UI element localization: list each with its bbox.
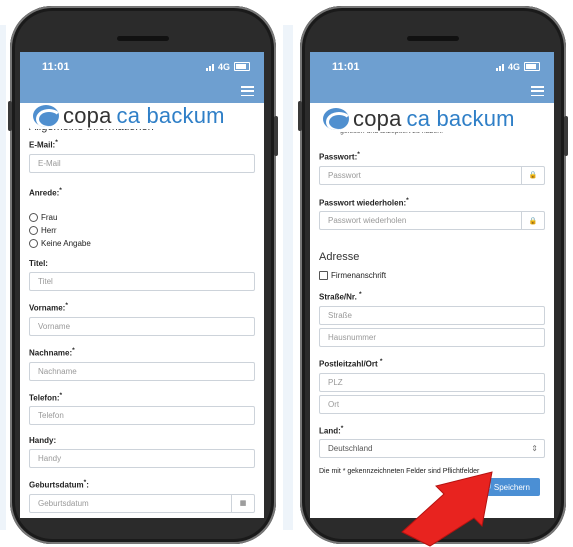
status-icons: 4G [495, 61, 540, 72]
email-field[interactable]: E-Mail [29, 153, 255, 173]
logo-word-copa: copa [63, 103, 112, 128]
radio-herr[interactable]: Herr [29, 226, 255, 236]
radio-keine-angabe[interactable]: Keine Angabe [29, 239, 255, 249]
signal-icon [205, 63, 214, 71]
geburtsdatum-field[interactable]: Geburtsdatum ▦ [29, 493, 255, 513]
signal-icon [495, 63, 504, 71]
strasse-label: Straße/Nr. * [319, 291, 362, 302]
hamburger-menu-icon[interactable] [241, 86, 254, 96]
right-phone-frame: 11:01 4G copa ca backum gelesen und akze… [298, 6, 568, 544]
land-select[interactable]: Deutschland ⇕ [319, 439, 545, 459]
plz-ort-label: Postleitzahl/Ort * [319, 357, 383, 369]
right-screen: 11:01 4G copa ca backum gelesen und akze… [310, 52, 554, 518]
ort-field[interactable]: Ort [319, 394, 545, 414]
titel-label: Titel: [29, 259, 48, 269]
brand-logo[interactable]: copa ca backum [320, 106, 526, 132]
volume-button [8, 101, 12, 131]
hausnummer-field[interactable]: Hausnummer [319, 327, 545, 347]
lock-icon: 🔒 [521, 212, 544, 230]
hamburger-menu-icon[interactable] [531, 86, 544, 96]
nachname-field[interactable]: Nachname [29, 361, 255, 381]
battery-icon [524, 62, 540, 71]
titel-field[interactable]: Titel [29, 272, 255, 292]
speaker-grille [407, 36, 459, 41]
status-icons: 4G [205, 61, 250, 72]
left-screen: 11:01 4G copa ca backum Allgemeine Infor… [20, 52, 264, 518]
plz-field[interactable]: PLZ [319, 372, 545, 392]
volume-button [298, 101, 302, 131]
lock-icon: 🔒 [521, 166, 544, 184]
red-arrow-icon [401, 471, 493, 547]
adresse-title: Adresse [319, 251, 360, 264]
left-phone-frame: 11:01 4G copa ca backum Allgemeine Infor… [8, 6, 278, 544]
wave-logo-icon [323, 108, 349, 130]
nachname-label: Nachname:* [29, 346, 75, 358]
power-button [274, 116, 278, 156]
registration-form: gelesen und akzeptiert zu haben. * Passw… [310, 128, 554, 475]
power-button [564, 116, 568, 156]
select-arrows-icon: ⇕ [531, 444, 538, 454]
logo-word-cabackum: ca backum [116, 103, 225, 128]
handy-field[interactable]: Handy [29, 449, 255, 469]
background-shape [283, 25, 293, 530]
registration-form: Allgemeine Informationen E-Mail:* E-Mail… [20, 103, 264, 513]
vorname-label: Vorname:* [29, 302, 68, 313]
status-time: 11:01 [332, 60, 360, 73]
network-type: 4G [507, 61, 520, 72]
firmenanschrift-checkbox[interactable]: Firmenanschrift [319, 271, 545, 281]
network-type: 4G [217, 61, 230, 72]
land-label: Land:* [319, 424, 344, 436]
passwort-label: Passwort:* [319, 151, 360, 162]
handy-label: Handy: [29, 436, 57, 446]
status-time: 11:01 [42, 60, 70, 73]
status-bar: 11:01 4G [20, 52, 264, 81]
geburtsdatum-label: Geburtsdatum*: [29, 479, 89, 490]
vorname-field[interactable]: Vorname [29, 316, 255, 336]
passwort-field[interactable]: Passwort 🔒 [319, 165, 545, 185]
background-shape [0, 25, 6, 530]
brand-logo[interactable]: copa ca backum [30, 103, 236, 129]
nav-bar [310, 81, 554, 103]
logo-word-copa: copa [353, 106, 402, 131]
strasse-field[interactable]: Straße [319, 305, 545, 325]
passwort-wiederholen-label: Passwort wiederholen:* [319, 196, 409, 208]
telefon-field[interactable]: Telefon [29, 406, 255, 426]
battery-icon [234, 62, 250, 71]
passwort-wiederholen-field[interactable]: Passwort wiederholen 🔒 [319, 211, 545, 231]
telefon-label: Telefon:* [29, 391, 63, 403]
logo-word-cabackum: ca backum [406, 106, 515, 131]
email-label: E-Mail:* [29, 139, 58, 150]
radio-frau[interactable]: Frau [29, 213, 255, 223]
speaker-grille [117, 36, 169, 41]
wave-logo-icon [33, 105, 59, 127]
status-bar: 11:01 4G [310, 52, 554, 81]
calendar-icon[interactable]: ▦ [231, 494, 254, 512]
nav-bar [20, 81, 264, 103]
anrede-label: Anrede:* [29, 186, 62, 198]
